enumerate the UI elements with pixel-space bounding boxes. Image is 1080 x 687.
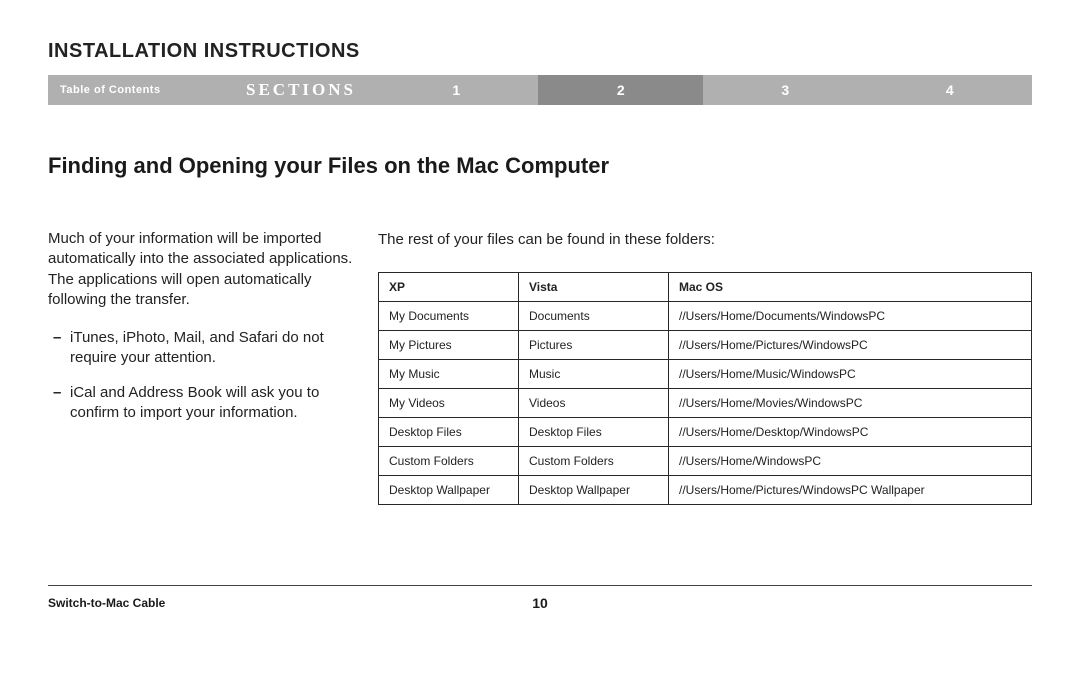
- product-name: Switch-to-Mac Cable: [48, 596, 165, 610]
- section-nav-bar: Table of Contents SECTIONS 1 2 3 4: [48, 75, 1032, 105]
- document-page: INSTALLATION INSTRUCTIONS Table of Conte…: [0, 0, 1080, 636]
- col-header-vista: Vista: [519, 273, 669, 302]
- table-row: My Pictures Pictures //Users/Home/Pictur…: [379, 331, 1032, 360]
- list-item: iCal and Address Book will ask you to co…: [48, 383, 358, 424]
- cell: //Users/Home/WindowsPC: [669, 447, 1032, 476]
- footer-spacer: [1029, 596, 1032, 610]
- cell: My Videos: [379, 389, 519, 418]
- sections-label: SECTIONS: [228, 75, 374, 105]
- cell: Desktop Files: [519, 418, 669, 447]
- cell: Music: [519, 360, 669, 389]
- table-row: My Music Music //Users/Home/Music/Window…: [379, 360, 1032, 389]
- section-tab-4[interactable]: 4: [867, 75, 1032, 105]
- cell: My Documents: [379, 302, 519, 331]
- section-tabs: 1 2 3 4: [374, 75, 1032, 105]
- footer-divider: [48, 585, 1032, 586]
- content-columns: Much of your information will be importe…: [48, 229, 1032, 505]
- left-column: Much of your information will be importe…: [48, 229, 378, 505]
- bullet-list: iTunes, iPhoto, Mail, and Safari do not …: [48, 328, 358, 423]
- cell: //Users/Home/Documents/WindowsPC: [669, 302, 1032, 331]
- col-header-xp: XP: [379, 273, 519, 302]
- cell: Documents: [519, 302, 669, 331]
- col-header-macos: Mac OS: [669, 273, 1032, 302]
- section-tab-2[interactable]: 2: [538, 75, 703, 105]
- table-caption: The rest of your files can be found in t…: [378, 229, 1032, 250]
- folders-table: XP Vista Mac OS My Documents Documents /…: [378, 272, 1032, 505]
- cell: //Users/Home/Movies/WindowsPC: [669, 389, 1032, 418]
- table-row: My Videos Videos //Users/Home/Movies/Win…: [379, 389, 1032, 418]
- section-tab-1[interactable]: 1: [374, 75, 539, 105]
- list-item: iTunes, iPhoto, Mail, and Safari do not …: [48, 328, 358, 369]
- intro-paragraph: Much of your information will be importe…: [48, 229, 358, 310]
- section-tab-3[interactable]: 3: [703, 75, 868, 105]
- toc-link[interactable]: Table of Contents: [48, 75, 228, 105]
- cell: //Users/Home/Pictures/WindowsPC Wallpape…: [669, 476, 1032, 505]
- cell: Videos: [519, 389, 669, 418]
- table-header-row: XP Vista Mac OS: [379, 273, 1032, 302]
- table-row: Desktop Files Desktop Files //Users/Home…: [379, 418, 1032, 447]
- table-row: Desktop Wallpaper Desktop Wallpaper //Us…: [379, 476, 1032, 505]
- cell: Desktop Files: [379, 418, 519, 447]
- table-row: My Documents Documents //Users/Home/Docu…: [379, 302, 1032, 331]
- table-row: Custom Folders Custom Folders //Users/Ho…: [379, 447, 1032, 476]
- page-title: INSTALLATION INSTRUCTIONS: [48, 40, 1032, 63]
- cell: Desktop Wallpaper: [519, 476, 669, 505]
- cell: //Users/Home/Desktop/WindowsPC: [669, 418, 1032, 447]
- cell: //Users/Home/Pictures/WindowsPC: [669, 331, 1032, 360]
- page-footer: Switch-to-Mac Cable 10: [48, 596, 1032, 610]
- cell: My Music: [379, 360, 519, 389]
- section-heading: Finding and Opening your Files on the Ma…: [48, 153, 1032, 179]
- cell: Desktop Wallpaper: [379, 476, 519, 505]
- page-number: 10: [532, 595, 548, 611]
- cell: Custom Folders: [379, 447, 519, 476]
- cell: //Users/Home/Music/WindowsPC: [669, 360, 1032, 389]
- cell: Custom Folders: [519, 447, 669, 476]
- right-column: The rest of your files can be found in t…: [378, 229, 1032, 505]
- cell: Pictures: [519, 331, 669, 360]
- cell: My Pictures: [379, 331, 519, 360]
